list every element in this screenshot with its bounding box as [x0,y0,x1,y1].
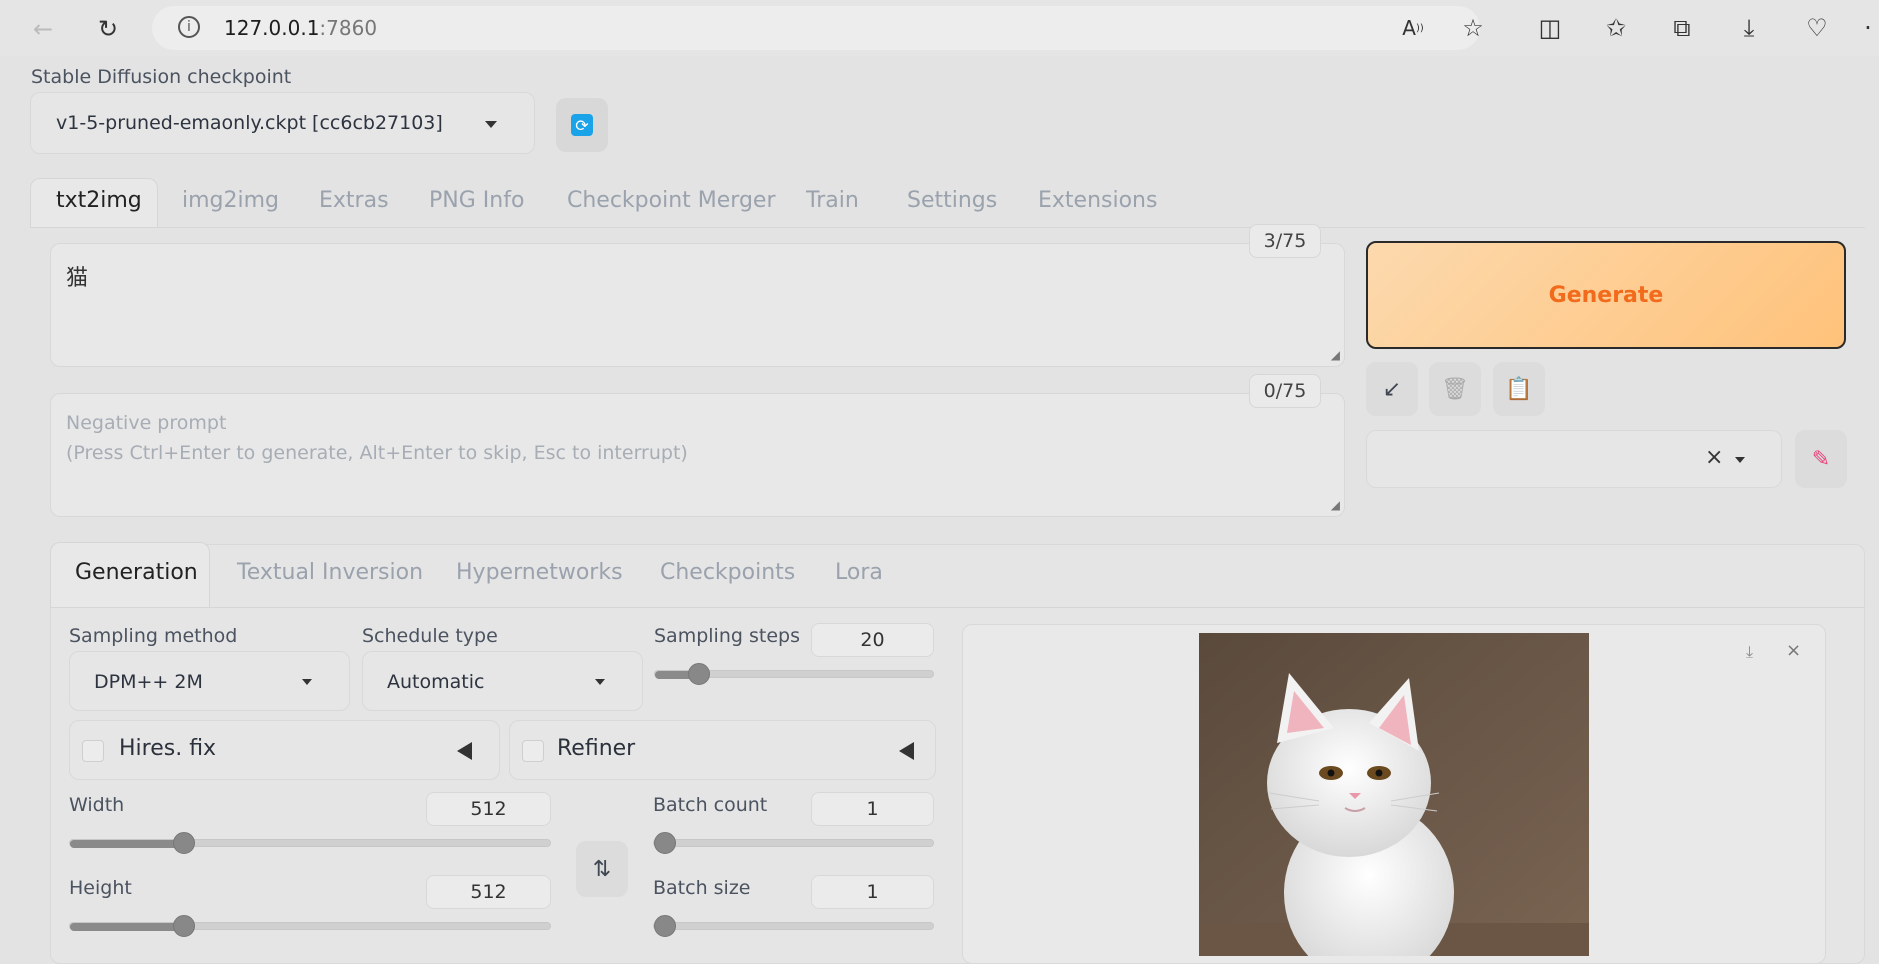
prompt-text: 猫 [66,266,89,291]
close-icon[interactable]: × [1786,640,1801,661]
chevron-down-icon [1735,457,1745,463]
prompt-textarea[interactable]: 猫 ◢ [50,243,1345,367]
edit-styles-button[interactable]: ✎ [1795,430,1847,488]
chevron-down-icon [595,679,605,685]
batch-count-slider[interactable] [653,839,934,847]
negative-token-counter: 0/75 [1249,374,1321,408]
height-slider[interactable] [69,922,551,931]
generate-button[interactable]: Generate [1366,241,1846,349]
subtab-textual-inversion[interactable]: Textual Inversion [237,560,423,585]
chevron-down-icon [485,121,497,128]
sampling-steps-label: Sampling steps [654,625,800,647]
site-info-icon[interactable]: i [178,16,200,38]
hires-fix-label: Hires. fix [119,736,217,761]
downloads-icon[interactable]: ⤓ [1731,12,1767,44]
width-slider-thumb[interactable] [173,832,195,854]
height-slider-thumb[interactable] [173,915,195,937]
batch-size-label: Batch size [653,877,751,899]
negative-prompt-hint: (Press Ctrl+Enter to generate, Alt+Enter… [66,442,688,464]
close-icon[interactable]: × [1705,445,1723,470]
height-input[interactable]: 512 [426,875,551,909]
batch-count-slider-thumb[interactable] [654,832,676,854]
collections-icon[interactable]: ⧉ [1664,12,1700,44]
batch-count-input[interactable]: 1 [811,792,934,826]
pencil-icon: ✎ [1811,446,1831,472]
styles-dropdown[interactable]: × [1366,430,1782,488]
clipboard-icon: 📋 [1505,376,1533,402]
prompt-token-counter: 3/75 [1249,224,1321,258]
resize-handle-icon[interactable]: ◢ [1331,498,1340,512]
tab-png-info[interactable]: PNG Info [429,188,524,213]
hires-fix-accordion[interactable]: Hires. fix [69,720,500,780]
collapse-arrow-icon[interactable] [457,742,472,760]
refiner-checkbox[interactable] [522,740,544,762]
schedule-type-dropdown[interactable]: Automatic [362,651,643,711]
height-label: Height [69,877,132,899]
refresh-checkpoint-button[interactable]: ⟳ [556,98,608,152]
resize-handle-icon[interactable]: ◢ [1331,348,1340,362]
batch-count-label: Batch count [653,794,768,816]
tab-checkpoint-merger[interactable]: Checkpoint Merger [567,188,776,213]
batch-size-input[interactable]: 1 [811,875,934,909]
reload-icon[interactable]: ↻ [91,12,125,46]
negative-prompt-textarea[interactable]: Negative prompt (Press Ctrl+Enter to gen… [50,393,1345,517]
back-arrow-icon[interactable]: ← [26,12,60,46]
subtab-checkpoints[interactable]: Checkpoints [660,560,795,585]
tab-extensions[interactable]: Extensions [1038,188,1157,213]
refiner-label: Refiner [557,736,636,761]
arrow-down-left-icon: ↙ [1382,376,1402,402]
subtab-divider [50,607,1865,608]
schedule-type-value: Automatic [387,671,485,693]
checkpoint-label: Stable Diffusion checkpoint [31,66,292,88]
sampling-method-dropdown[interactable]: DPM++ 2M [69,651,350,711]
swap-arrows-icon: ⇅ [592,856,612,882]
split-screen-icon[interactable]: ◫ [1532,12,1568,44]
read-params-button[interactable]: ↙ [1366,362,1418,416]
subtab-generation[interactable]: Generation [75,560,198,585]
hires-fix-checkbox[interactable] [82,740,104,762]
swap-dimensions-button[interactable]: ⇅ [576,841,628,897]
width-input[interactable]: 512 [426,792,551,826]
download-icon[interactable]: ⤓ [1746,642,1753,662]
subtab-lora[interactable]: Lora [835,560,883,585]
schedule-type-label: Schedule type [362,625,498,647]
chevron-down-icon [302,679,312,685]
browser-essentials-icon[interactable]: ♡ [1799,12,1835,44]
cat-illustration [1199,633,1589,956]
sampling-steps-input[interactable]: 20 [811,623,934,657]
clear-prompt-button[interactable]: 🗑 [1429,362,1481,416]
tab-extras[interactable]: Extras [319,188,389,213]
tab-txt2img[interactable]: txt2img [56,188,142,213]
checkpoint-value: v1-5-pruned-emaonly.ckpt [cc6cb27103] [56,112,443,134]
checkpoint-dropdown[interactable]: v1-5-pruned-emaonly.ckpt [cc6cb27103] [30,92,535,154]
refresh-icon: ⟳ [571,114,593,136]
collapse-arrow-icon[interactable] [899,742,914,760]
url-text: 127.0.0.1:7860 [224,16,378,40]
sampling-method-label: Sampling method [69,625,238,647]
tab-settings[interactable]: Settings [907,188,997,213]
width-label: Width [69,794,125,816]
favorite-star-icon[interactable]: ☆ [1455,12,1491,44]
tab-divider [30,227,1865,228]
tab-train[interactable]: Train [806,188,859,213]
subtab-hypernetworks[interactable]: Hypernetworks [456,560,623,585]
paste-style-button[interactable]: 📋 [1493,362,1545,416]
read-aloud-icon[interactable]: A)) [1395,12,1431,44]
width-slider[interactable] [69,839,551,848]
negative-prompt-placeholder: Negative prompt [66,412,227,434]
batch-size-slider-thumb[interactable] [654,915,676,937]
sampling-steps-slider-thumb[interactable] [688,663,710,685]
sampling-method-value: DPM++ 2M [94,671,203,693]
more-menu-icon[interactable]: · [1858,12,1878,44]
batch-size-slider[interactable] [653,922,934,930]
trash-icon: 🗑 [1441,376,1469,402]
favorites-icon[interactable]: ✩ [1598,12,1634,44]
tab-img2img[interactable]: img2img [182,188,279,213]
generated-cat-image[interactable] [1199,633,1589,956]
refiner-accordion[interactable]: Refiner [509,720,936,780]
